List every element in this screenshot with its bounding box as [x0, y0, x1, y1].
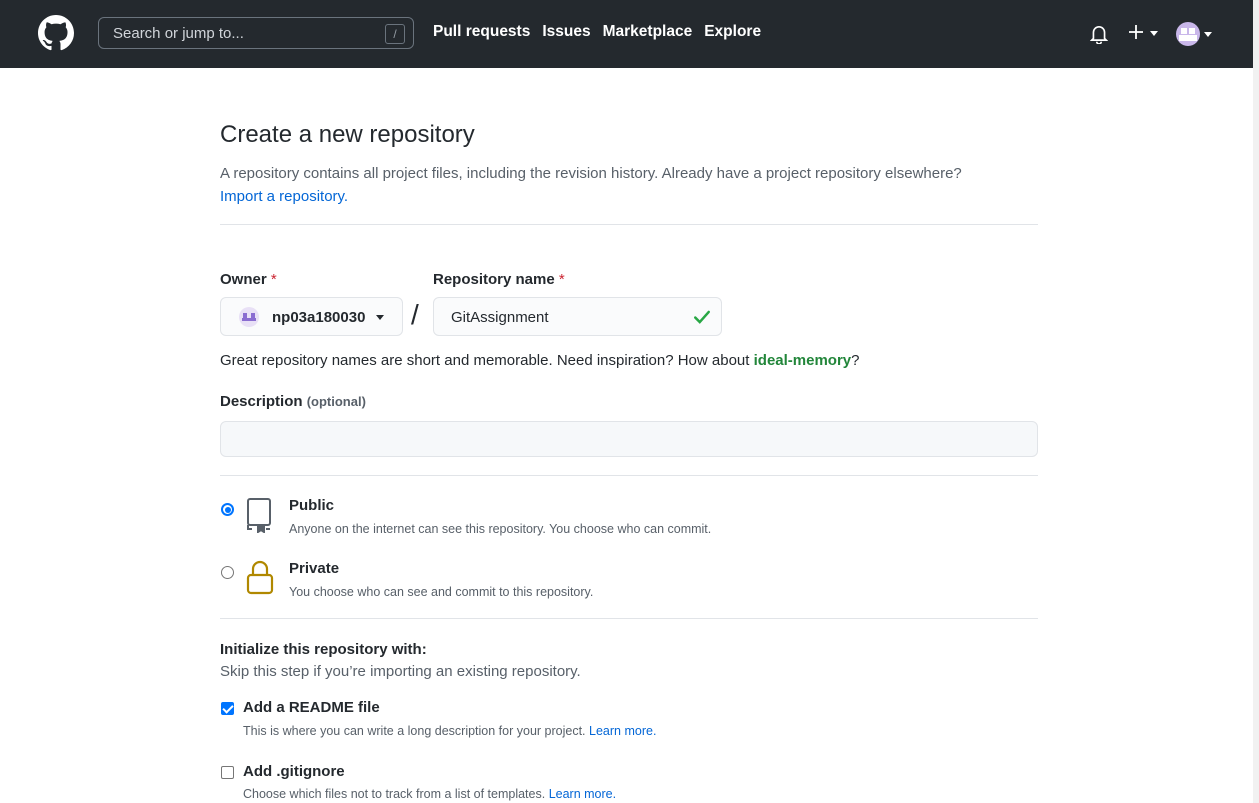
optional-tag: (optional)	[306, 394, 366, 409]
readme-description: This is where you can write a long descr…	[243, 724, 656, 738]
private-description: You choose who can see and commit to thi…	[289, 585, 594, 599]
init-section-title: Initialize this repository with:	[220, 641, 427, 658]
private-radio[interactable]	[221, 566, 234, 579]
readme-checkbox[interactable]	[221, 702, 234, 715]
gitignore-checkbox[interactable]	[221, 766, 234, 779]
repo-name-input[interactable]: GitAssignment	[433, 297, 722, 336]
repo-name-label: Repository name *	[433, 271, 565, 288]
description-label: Description (optional)	[220, 393, 366, 410]
owner-select-button[interactable]: np03a180030	[220, 297, 403, 336]
description-input[interactable]	[220, 421, 1038, 457]
readme-learn-more-link[interactable]: Learn more.	[589, 724, 656, 738]
gitignore-description: Choose which files not to track from a l…	[243, 787, 616, 801]
nav-marketplace[interactable]: Marketplace	[603, 23, 693, 41]
required-mark: *	[558, 271, 565, 288]
nav-issues[interactable]: Issues	[542, 23, 590, 41]
chevron-down-icon	[376, 315, 384, 320]
lock-icon	[246, 560, 274, 595]
gitignore-learn-more-link[interactable]: Learn more.	[549, 787, 616, 801]
divider	[220, 618, 1038, 619]
readme-description-text: This is where you can write a long descr…	[243, 724, 586, 738]
divider	[220, 475, 1038, 476]
repo-name-value: GitAssignment	[451, 309, 549, 326]
public-title: Public	[289, 497, 335, 514]
bell-icon[interactable]	[1090, 24, 1108, 44]
public-radio[interactable]	[221, 503, 234, 516]
divider	[220, 224, 1038, 225]
suggested-name-link[interactable]: ideal-memory	[754, 352, 852, 369]
owner-repo-separator: /	[411, 299, 419, 330]
page-subtitle-text: A repository contains all project files,…	[220, 165, 962, 182]
hint-suffix: ?	[851, 352, 860, 369]
plus-icon	[1129, 25, 1143, 39]
check-icon	[694, 310, 710, 324]
readme-label: Add a README file	[243, 699, 380, 716]
nav-explore[interactable]: Explore	[704, 23, 761, 41]
required-mark: *	[270, 271, 277, 288]
nav-pull-requests[interactable]: Pull requests	[433, 23, 530, 41]
primary-nav: Pull requests Issues Marketplace Explore	[433, 23, 773, 41]
owner-avatar	[239, 307, 259, 327]
search-placeholder: Search or jump to...	[113, 25, 244, 42]
owner-label-text: Owner	[220, 271, 267, 288]
page-scrollbar[interactable]	[1253, 0, 1259, 803]
owner-label: Owner *	[220, 271, 277, 288]
private-title: Private	[289, 560, 340, 577]
github-logo-icon[interactable]	[38, 15, 74, 51]
init-section-subtitle: Skip this step if you’re importing an ex…	[220, 663, 581, 680]
page-title: Create a new repository	[220, 121, 475, 148]
hint-text: Great repository names are short and mem…	[220, 352, 754, 369]
repo-name-label-text: Repository name	[433, 271, 555, 288]
page-subtitle: A repository contains all project files,…	[220, 162, 1038, 208]
repo-name-hint: Great repository names are short and mem…	[220, 352, 860, 369]
global-header: Search or jump to... / Pull requests Iss…	[0, 0, 1253, 68]
repo-icon	[247, 498, 271, 533]
import-repository-link[interactable]: Import a repository.	[220, 188, 348, 205]
chevron-down-icon	[1204, 32, 1212, 37]
description-label-text: Description	[220, 393, 303, 410]
public-description: Anyone on the internet can see this repo…	[289, 522, 712, 536]
avatar	[1176, 22, 1200, 46]
gitignore-label: Add .gitignore	[243, 763, 345, 780]
search-shortcut-key: /	[385, 24, 405, 44]
search-input[interactable]: Search or jump to... /	[98, 17, 414, 49]
owner-name: np03a180030	[272, 309, 366, 326]
chevron-down-icon	[1150, 31, 1158, 36]
gitignore-description-text: Choose which files not to track from a l…	[243, 787, 546, 801]
